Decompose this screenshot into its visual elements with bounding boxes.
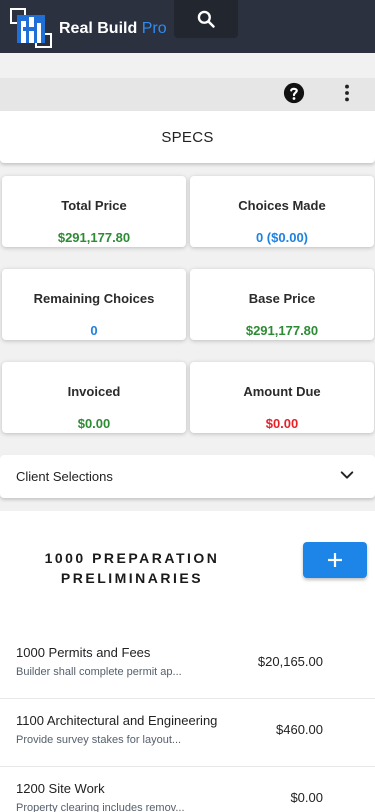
stat-value: $0.00 [265,416,299,431]
specs-header: SPECS [0,111,375,163]
section-title-line2: PRELIMINARIES [60,570,204,586]
item-amount: $20,165.00 [257,654,323,669]
item-name: 1200 Site Work [16,781,105,796]
client-selections-toggle[interactable]: Client Selections [0,455,375,498]
stat-card-choices-made: Choices Made 0 ($0.00) [190,176,374,247]
stat-value: $0.00 [77,416,111,431]
section-title: 1000 PREPARATION PRELIMINARIES [22,548,242,588]
item-description: Builder shall complete permit ap... [16,666,182,678]
brand-title: Real Build [59,20,138,37]
stat-label: Remaining Choices [33,291,155,306]
help-circle-icon[interactable] [283,82,305,104]
stat-card-base-price: Base Price $291,177.80 [190,269,374,340]
stat-label: Total Price [61,198,127,213]
list-item[interactable]: 1200 Site Work Property clearing include… [0,767,375,812]
stat-card-total-price: Total Price $291,177.80 [2,176,186,247]
stat-label: Choices Made [238,198,326,213]
stat-value: $291,177.80 [245,323,319,338]
item-amount: $460.00 [276,722,323,737]
item-description: Provide survey stakes for layout... [16,734,182,746]
stat-card-remaining-choices: Remaining Choices 0 [2,269,186,340]
stat-value: 0 ($0.00) [255,230,309,245]
search-button[interactable] [174,0,238,38]
brand-suffix: Pro [141,20,167,37]
item-description: Property clearing includes remov... [16,802,185,812]
stat-value: $291,177.80 [57,230,131,245]
logo-icon [10,8,52,48]
stat-card-amount-due: Amount Due $0.00 [190,362,374,433]
add-item-button[interactable] [303,542,367,578]
page-title: SPECS [161,128,214,146]
list-item[interactable]: 1000 Permits and Fees Builder shall comp… [0,631,375,699]
client-selections-label: Client Selections [16,469,113,484]
stat-label: Invoiced [67,384,121,399]
list-item[interactable]: 1100 Architectural and Engineering Provi… [0,699,375,767]
section-title-line1: 1000 PREPARATION [44,550,220,566]
item-name: 1100 Architectural and Engineering [16,713,218,728]
more-vertical-icon[interactable] [336,82,358,104]
stat-label: Amount Due [243,384,321,399]
section-preparation-preliminaries: 1000 PREPARATION PRELIMINARIES 1000 Perm… [0,511,375,812]
chevron-down-icon [340,471,354,479]
toolbar [0,78,375,111]
brand-name: Real Build Pro [59,20,167,38]
search-icon [197,10,215,28]
stat-label: Base Price [248,291,316,306]
app-bar: Real Build Pro [0,0,375,53]
stat-value: 0 [90,323,98,338]
stat-card-invoiced: Invoiced $0.00 [2,362,186,433]
plus-icon [328,553,342,567]
item-name: 1000 Permits and Fees [16,645,151,660]
item-amount: $0.00 [290,790,323,805]
